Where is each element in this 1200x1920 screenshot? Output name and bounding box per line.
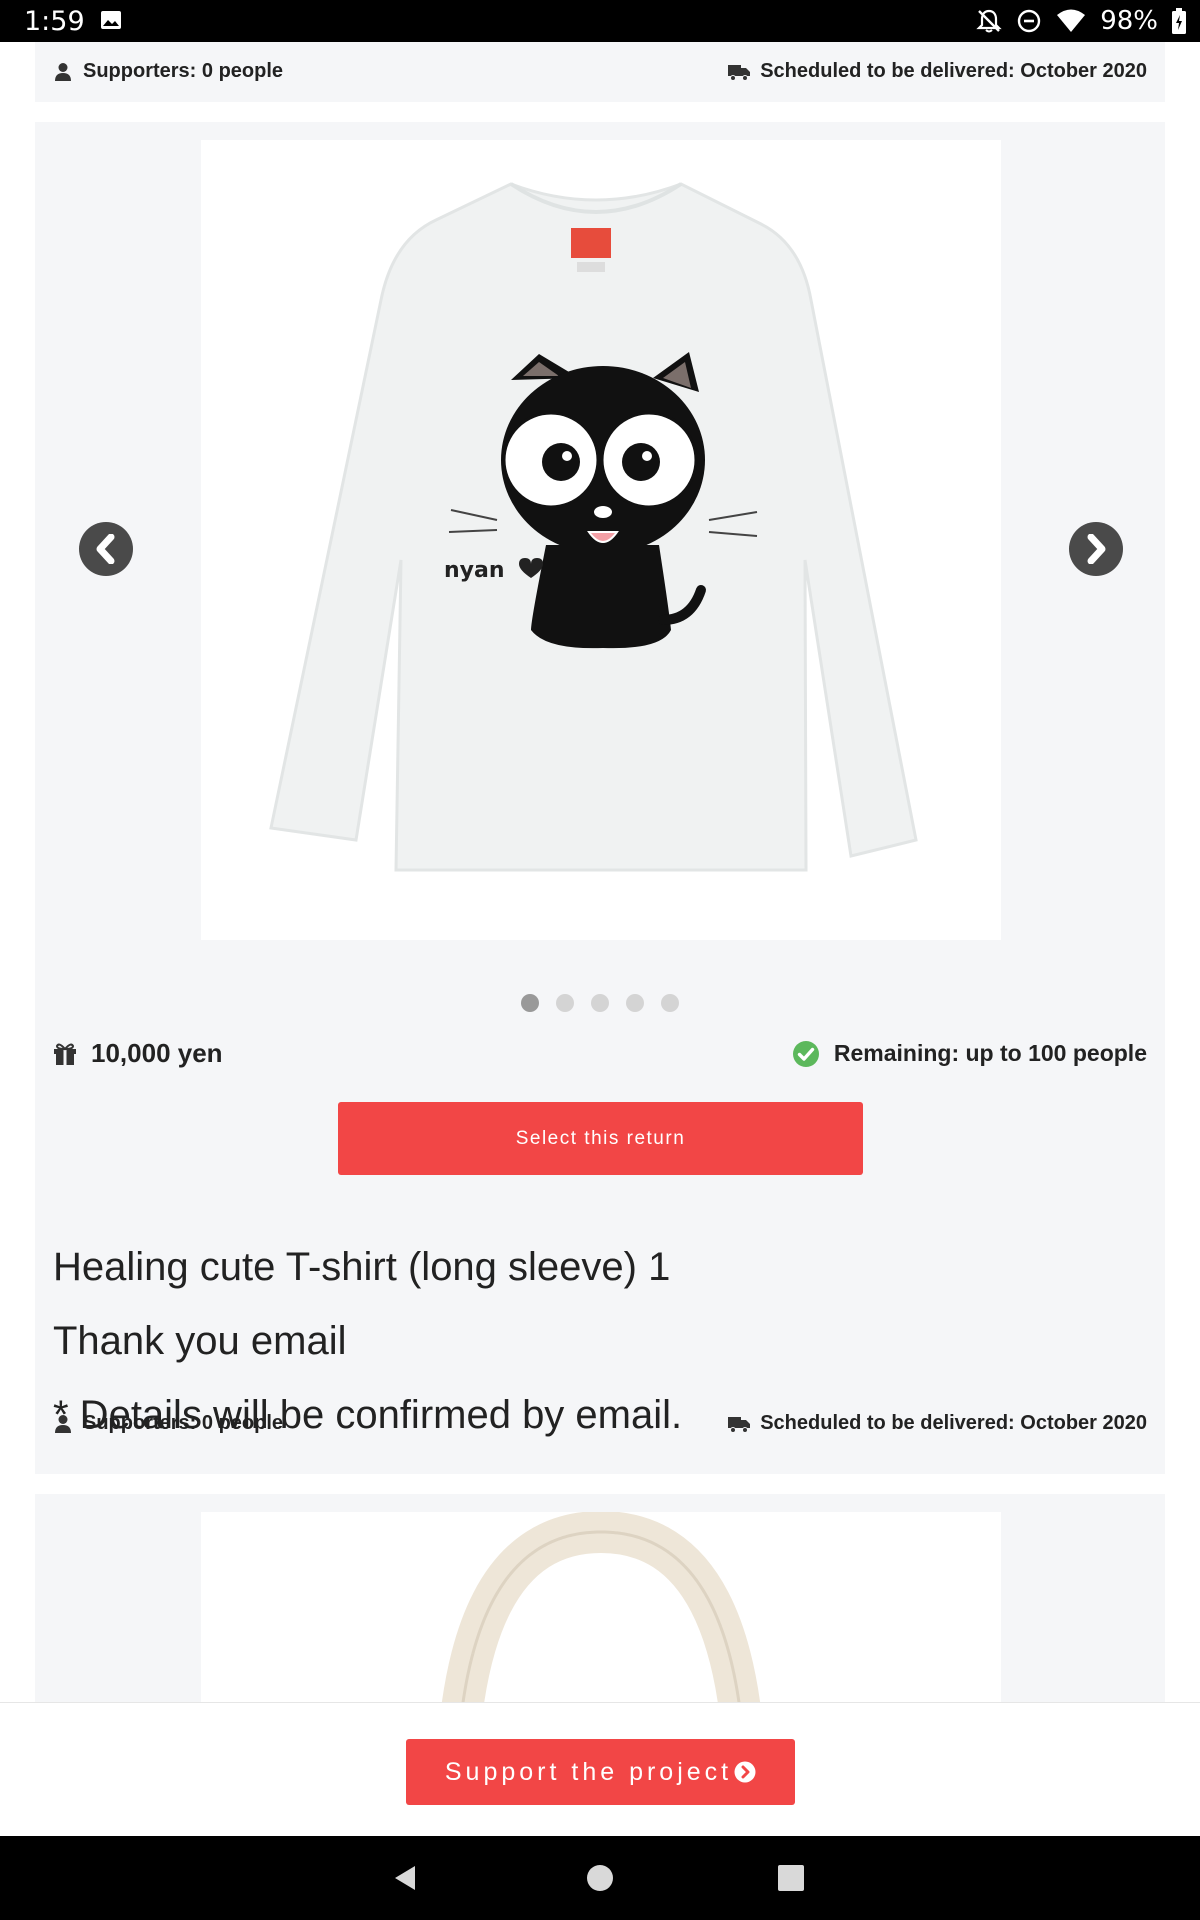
chevron-right-icon (1087, 534, 1106, 564)
wifi-icon (1057, 9, 1086, 32)
battery-icon (1172, 8, 1186, 34)
carousel-dot-5[interactable] (661, 994, 679, 1012)
notifications-off-icon (976, 9, 1002, 33)
user-icon (55, 1414, 71, 1433)
carousel-dot-3[interactable] (591, 994, 609, 1012)
chevron-circle-right-icon (734, 1761, 756, 1783)
check-circle-icon (792, 1040, 819, 1067)
user-icon (55, 62, 71, 81)
select-return-button[interactable]: Select this return (338, 1102, 863, 1175)
truck-icon (728, 64, 751, 81)
shirt-print-text: nyan (444, 558, 505, 583)
reward-image-carousel[interactable]: nyan (201, 140, 1001, 940)
gift-icon (54, 1043, 76, 1065)
chevron-left-icon (96, 534, 115, 564)
carousel-next-button[interactable] (1069, 522, 1123, 576)
description-line-1: Healing cute T-shirt (long sleeve) 1 (53, 1245, 671, 1289)
price-label: 10,000 yen (91, 1038, 223, 1068)
battery-level: 98% (1100, 6, 1158, 36)
remaining-label: Remaining: up to 100 people (833, 1040, 1147, 1066)
delivery-date: Scheduled to be delivered: October 2020 (728, 1412, 1147, 1435)
supporters-count: Supporters: 0 people (53, 60, 283, 83)
support-button-label: Support the project (444, 1757, 733, 1786)
do-not-disturb-icon (1018, 9, 1041, 33)
supporters-label: Supporters: 0 people (83, 1412, 284, 1434)
image-icon (101, 11, 121, 29)
reward-meta: Supporters: 0 people Scheduled to be del… (53, 1412, 1147, 1435)
tshirt-image: nyan (269, 182, 918, 872)
status-time: 1:59 (24, 6, 85, 37)
nav-back-button[interactable] (385, 1858, 425, 1898)
remaining-count: Remaining: up to 100 people (792, 1040, 1147, 1068)
next-reward-card (35, 1494, 1165, 1702)
delivery-label: Scheduled to be delivered: October 2020 (760, 1412, 1147, 1434)
reward-price: 10,000 yen (53, 1038, 223, 1069)
recents-icon (778, 1865, 804, 1891)
reward-card: nyan 10,000 yen Remaining: up to 100 peo… (35, 122, 1165, 1474)
home-icon (587, 1865, 613, 1891)
carousel-prev-button[interactable] (79, 522, 133, 576)
price-row: 10,000 yen Remaining: up to 100 people (53, 1038, 1147, 1069)
support-project-button[interactable]: Support the project (406, 1739, 795, 1805)
status-icons: 98% (976, 4, 1186, 38)
nav-home-button[interactable] (580, 1858, 620, 1898)
carousel-pagination (35, 994, 1165, 1012)
back-icon (395, 1866, 415, 1890)
support-bar: Support the project (0, 1702, 1200, 1836)
previous-reward-card: Supporters: 0 people Scheduled to be del… (35, 42, 1165, 102)
delivery-label: Scheduled to be delivered: October 2020 (760, 60, 1147, 82)
supporters-label: Supporters: 0 people (83, 60, 284, 82)
supporters-count: Supporters: 0 people (53, 1412, 283, 1435)
system-navigation-bar (0, 1836, 1200, 1920)
carousel-dot-2[interactable] (556, 994, 574, 1012)
nav-recents-button[interactable] (771, 1858, 811, 1898)
description-line-2: Thank you email (53, 1319, 347, 1363)
status-bar: 1:59 98% (0, 0, 1200, 42)
next-reward-image[interactable] (201, 1512, 1001, 1702)
tote-bag-image (441, 1512, 761, 1702)
page-content[interactable]: Supporters: 0 people Scheduled to be del… (0, 42, 1200, 1702)
carousel-dot-4[interactable] (626, 994, 644, 1012)
truck-icon (728, 1416, 751, 1433)
delivery-date: Scheduled to be delivered: October 2020 (728, 60, 1147, 83)
carousel-dot-1[interactable] (521, 994, 539, 1012)
previous-reward-meta: Supporters: 0 people Scheduled to be del… (53, 60, 1147, 83)
